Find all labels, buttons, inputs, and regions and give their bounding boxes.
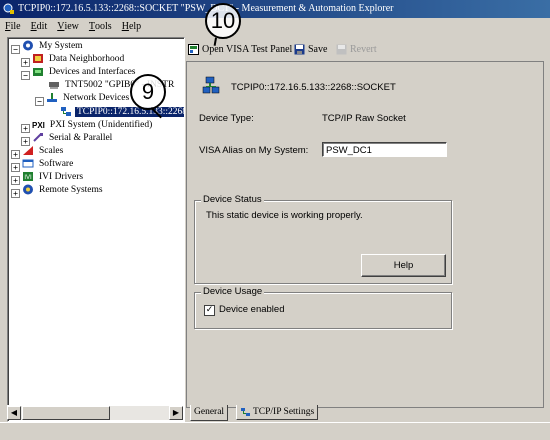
tree-horizontal-scrollbar[interactable]: ◀ ▶	[7, 405, 183, 420]
tree-item-tcpip-socket[interactable]: TCPIP0::172.16.5.133::2268::SOCKET	[60, 106, 184, 119]
remote-systems-icon	[23, 184, 33, 195]
tree-item-devices-and-interfaces[interactable]: Devices and Interfaces	[32, 66, 138, 79]
network-instrument-icon	[61, 107, 71, 117]
device-usage-title: Device Usage	[201, 286, 265, 297]
menu-file[interactable]: File	[0, 18, 26, 35]
device-type-label: Device Type:	[199, 113, 254, 124]
device-type-value: TCP/IP Raw Socket	[322, 113, 406, 124]
callout-10: 10	[205, 3, 241, 39]
visa-alias-label: VISA Alias on My System:	[199, 145, 309, 156]
title-bar: TCPIP0::172.16.5.133::2268::SOCKET "PSW_…	[0, 0, 550, 18]
expand-toggle[interactable]: +	[11, 189, 20, 198]
collapse-toggle[interactable]: −	[35, 97, 44, 106]
network-icon	[47, 93, 57, 103]
collapse-toggle[interactable]: −	[21, 71, 30, 80]
tree-item-remote-systems[interactable]: Remote Systems	[22, 184, 105, 197]
network-device-icon	[202, 76, 220, 94]
expand-toggle[interactable]: +	[11, 176, 20, 185]
menu-bar: File Edit View Tools Help	[0, 18, 550, 35]
tree-item-network-devices[interactable]: Network Devices	[46, 92, 131, 105]
scroll-left-icon[interactable]: ◀	[7, 406, 21, 420]
device-status-title: Device Status	[201, 194, 264, 205]
device-status-text: This static device is working properly.	[206, 210, 363, 221]
status-bar	[0, 422, 550, 440]
tab-tcpip-settings[interactable]: TCP/IP Settings	[236, 405, 319, 420]
expand-toggle[interactable]: +	[11, 150, 20, 159]
save-icon	[294, 44, 305, 55]
visa-alias-input[interactable]: PSW_DC1	[322, 142, 447, 157]
device-status-group: Device Status This static device is work…	[194, 194, 452, 284]
collapse-toggle[interactable]: −	[11, 45, 20, 54]
menu-help[interactable]: Help	[117, 18, 146, 35]
scroll-right-icon[interactable]: ▶	[169, 406, 183, 420]
menu-view[interactable]: View	[52, 18, 84, 35]
device-enabled-label: Device enabled	[219, 304, 285, 315]
tree-item-software[interactable]: Software	[22, 158, 75, 171]
save-button[interactable]: Save	[294, 40, 327, 60]
menu-tools[interactable]: Tools	[84, 18, 117, 35]
tree-item-scales[interactable]: Scales	[22, 145, 65, 158]
scroll-thumb[interactable]	[22, 406, 110, 420]
tab-general[interactable]: General	[190, 405, 229, 421]
expand-toggle[interactable]: +	[11, 163, 20, 172]
serial-port-icon	[33, 133, 43, 143]
device-properties-panel: TCPIP0::172.16.5.133::2268::SOCKET Devic…	[186, 61, 544, 408]
pxi-icon: PXI	[32, 121, 45, 131]
device-usage-group: Device Usage ✓ Device enabled	[194, 286, 452, 329]
tree-item-pxi-system[interactable]: PXI PXI System (Unidentified)	[32, 119, 154, 132]
revert-icon	[336, 44, 347, 55]
tree-item-my-system[interactable]: My System	[22, 40, 85, 53]
revert-button[interactable]: Revert	[336, 40, 377, 60]
tree-item-ivi-drivers[interactable]: IVI IVI Drivers	[22, 171, 85, 184]
svg-text:IVI: IVI	[24, 175, 32, 181]
network-icon	[241, 407, 250, 416]
device-enabled-checkbox[interactable]: ✓	[204, 305, 215, 316]
open-visa-test-panel-button[interactable]: Open VISA Test Panel	[188, 40, 292, 60]
tree-item-data-neighborhood[interactable]: Data Neighborhood	[32, 53, 126, 66]
devices-icon	[33, 68, 43, 77]
resource-name: TCPIP0::172.16.5.133::2268::SOCKET	[231, 82, 396, 93]
data-neighborhood-icon	[33, 54, 43, 64]
expand-toggle[interactable]: +	[21, 124, 30, 133]
tree-item-serial-parallel[interactable]: Serial & Parallel	[32, 132, 114, 145]
ivi-icon: IVI	[23, 172, 33, 182]
test-panel-icon	[188, 44, 199, 56]
callout-9: 9	[130, 74, 166, 110]
help-button[interactable]: Help	[361, 254, 446, 277]
expand-toggle[interactable]: +	[21, 58, 30, 67]
app-icon	[3, 3, 14, 14]
computer-icon	[23, 40, 33, 51]
toolbar: Open VISA Test Panel Save Revert	[186, 40, 550, 60]
software-icon	[22, 159, 34, 168]
gpib-icon	[49, 82, 59, 90]
menu-edit[interactable]: Edit	[26, 18, 53, 35]
scales-icon	[23, 146, 33, 156]
